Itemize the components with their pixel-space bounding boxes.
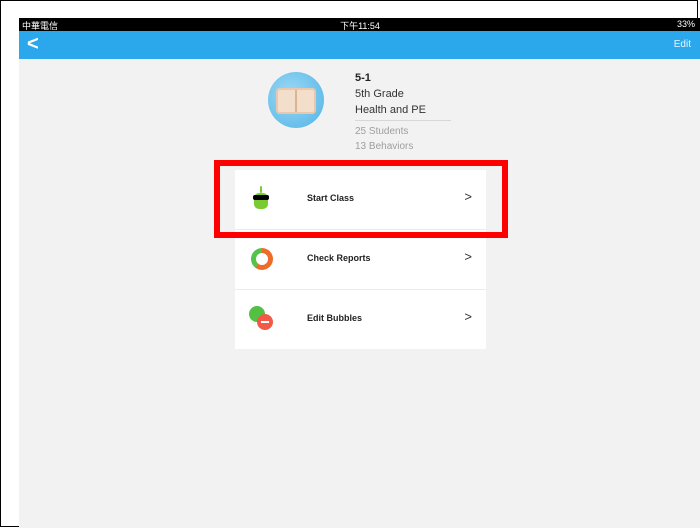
report-donut-icon [251, 248, 273, 270]
chevron-right-icon: > [464, 249, 472, 264]
chevron-right-icon: > [464, 309, 472, 324]
class-detail-panel: 5-1 5th Grade Health and PE 25 Students … [19, 59, 700, 528]
info-divider [355, 120, 451, 121]
edit-bubbles-button[interactable]: Edit Bubbles > [235, 290, 486, 349]
chevron-right-icon: > [464, 189, 472, 204]
behavior-count: 13 Behaviors [355, 141, 414, 152]
class-subject: Health and PE [355, 104, 426, 116]
edit-button[interactable]: Edit [674, 39, 691, 50]
monster-antenna-icon [260, 186, 262, 193]
class-info: 5-1 5th Grade Health and PE 25 Students … [355, 72, 451, 156]
student-count: 25 Students [355, 126, 409, 137]
monster-mask-icon [253, 195, 269, 200]
screenshot-frame: 中華電信 下午11:54 33% < Edit 5-1 5th Grade He… [0, 0, 700, 528]
start-class-button[interactable]: Start Class > [235, 170, 486, 230]
battery-level: 33% [676, 19, 695, 29]
status-bar: 中華電信 下午11:54 33% [19, 18, 700, 31]
monster-icon [253, 186, 269, 210]
back-chevron-icon: < [27, 33, 39, 55]
class-avatar [268, 72, 324, 128]
back-button[interactable]: < [27, 34, 39, 54]
class-code: 5-1 [355, 72, 371, 84]
start-class-label: Start Class [307, 193, 355, 203]
minus-icon [261, 321, 269, 323]
class-grade: 5th Grade [355, 88, 404, 100]
check-reports-button[interactable]: Check Reports > [235, 230, 486, 290]
class-actions-menu: Start Class > Check Reports > Edit Bubbl… [235, 170, 486, 349]
navigation-bar: < Edit [19, 31, 700, 59]
check-reports-label: Check Reports [307, 253, 371, 263]
book-icon [276, 88, 316, 114]
edit-bubbles-label: Edit Bubbles [307, 313, 363, 323]
